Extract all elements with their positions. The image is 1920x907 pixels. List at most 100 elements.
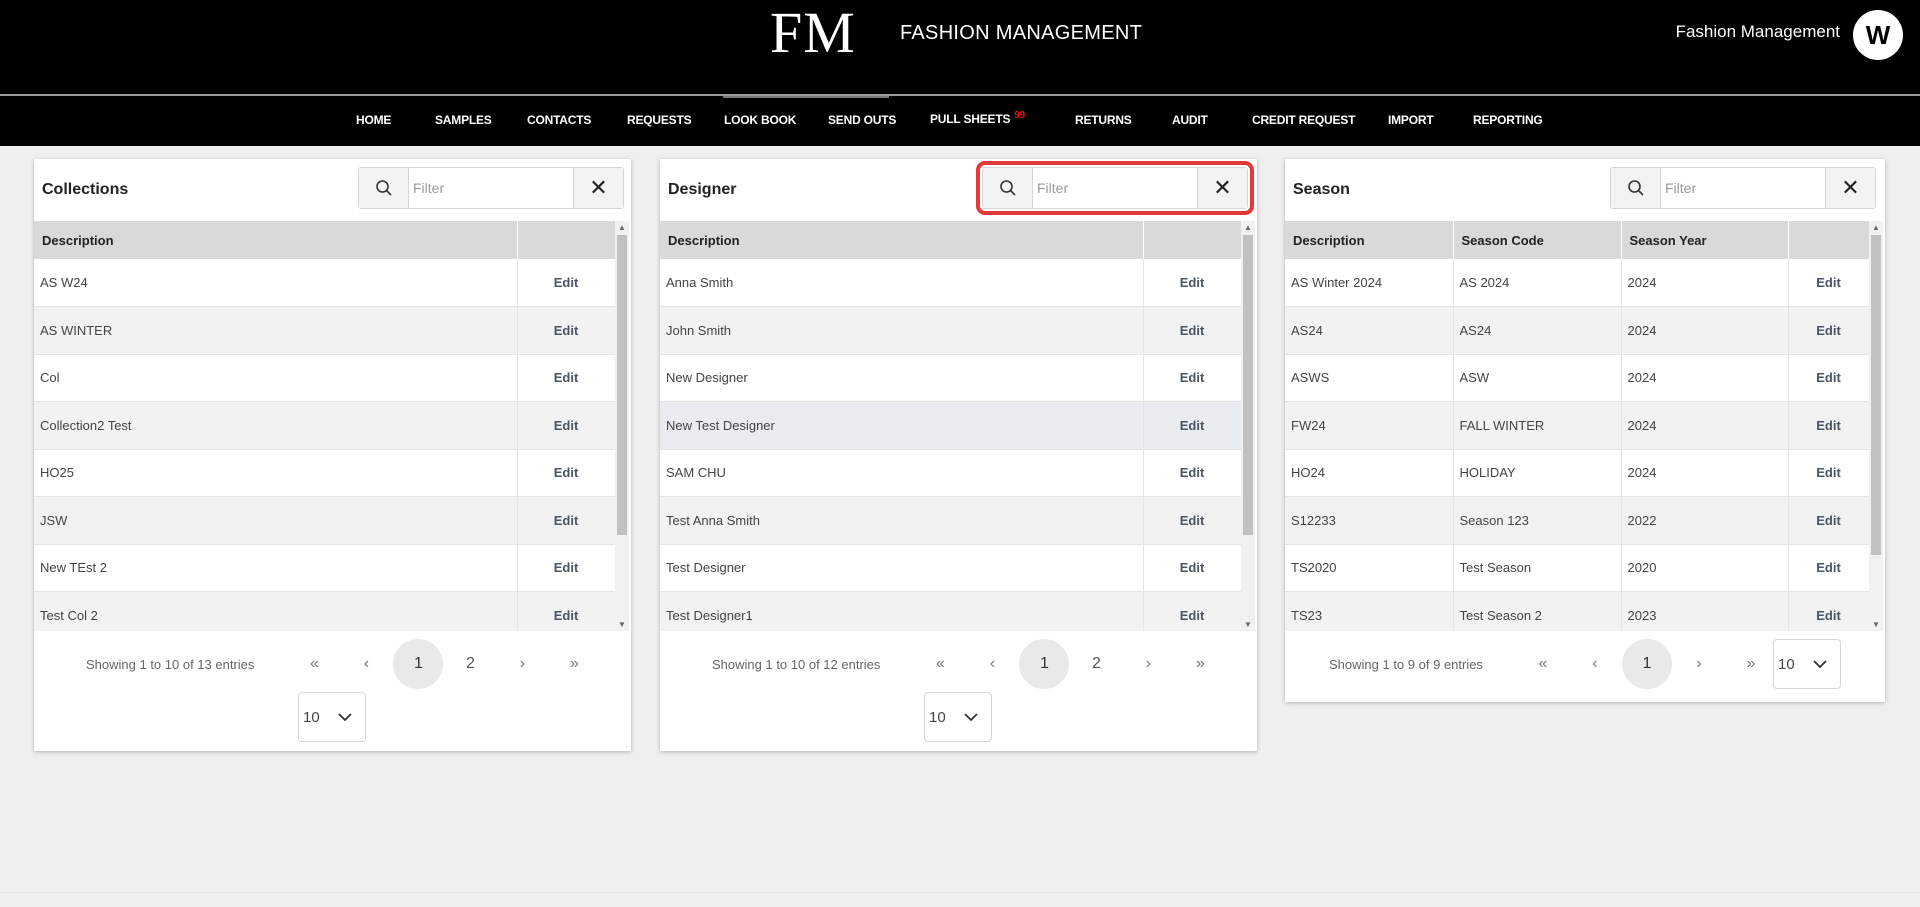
first-page-button[interactable]: « bbox=[915, 639, 965, 689]
edit-button[interactable]: Edit bbox=[517, 449, 615, 497]
scroll-thumb[interactable] bbox=[1243, 235, 1253, 535]
edit-button[interactable]: Edit bbox=[517, 259, 615, 307]
avatar[interactable]: W bbox=[1853, 10, 1903, 60]
edit-button[interactable]: Edit bbox=[517, 401, 615, 450]
table-row[interactable]: Anna Smith Edit bbox=[660, 259, 1241, 307]
page-2-button[interactable]: 2 bbox=[1071, 639, 1121, 689]
table-row[interactable]: HO25 Edit bbox=[34, 449, 615, 497]
nav-import[interactable]: IMPORT bbox=[1388, 113, 1434, 127]
column-header-season-year[interactable]: Season Year bbox=[1621, 221, 1789, 259]
search-icon[interactable] bbox=[1611, 168, 1661, 208]
scroll-down-icon[interactable]: ▼ bbox=[1872, 620, 1880, 629]
first-page-button[interactable]: « bbox=[289, 639, 339, 689]
prev-page-button[interactable]: ‹ bbox=[341, 639, 391, 689]
prev-page-button[interactable]: ‹ bbox=[1570, 639, 1620, 689]
nav-returns[interactable]: RETURNS bbox=[1075, 113, 1132, 127]
nav-contacts[interactable]: CONTACTS bbox=[527, 113, 591, 127]
filter-input[interactable] bbox=[1033, 168, 1197, 208]
nav-reporting[interactable]: REPORTING bbox=[1473, 113, 1543, 127]
edit-button[interactable]: Edit bbox=[517, 591, 615, 631]
table-row[interactable]: AS WINTER Edit bbox=[34, 306, 615, 355]
filter-input[interactable] bbox=[1661, 168, 1825, 208]
edit-button[interactable]: Edit bbox=[517, 544, 615, 592]
user-name[interactable]: Fashion Management bbox=[1676, 22, 1840, 42]
scroll-up-icon[interactable]: ▲ bbox=[1244, 223, 1252, 232]
page-size-select[interactable]: 10 bbox=[1773, 639, 1841, 689]
edit-button[interactable]: Edit bbox=[1788, 544, 1869, 592]
close-icon[interactable]: ✕ bbox=[1825, 168, 1875, 208]
edit-button[interactable]: Edit bbox=[1143, 259, 1241, 307]
column-header-description[interactable]: Description bbox=[34, 221, 518, 259]
next-page-button[interactable]: › bbox=[1123, 639, 1173, 689]
edit-button[interactable]: Edit bbox=[1143, 306, 1241, 355]
nav-home[interactable]: HOME bbox=[356, 113, 391, 127]
page-1-button[interactable]: 1 bbox=[1019, 639, 1070, 689]
page-size-select[interactable]: 10 bbox=[924, 692, 992, 742]
table-row[interactable]: JSW Edit bbox=[34, 496, 615, 545]
edit-button[interactable]: Edit bbox=[1143, 496, 1241, 545]
search-icon[interactable] bbox=[983, 168, 1033, 208]
nav-look-book[interactable]: LOOK BOOK bbox=[724, 113, 796, 127]
last-page-button[interactable]: » bbox=[1175, 639, 1225, 689]
edit-button[interactable]: Edit bbox=[517, 306, 615, 355]
table-row[interactable]: Test Col 2 Edit bbox=[34, 591, 615, 631]
table-row[interactable]: AS24 AS24 2024 Edit bbox=[1285, 306, 1869, 355]
edit-button[interactable]: Edit bbox=[1143, 354, 1241, 402]
close-icon[interactable]: ✕ bbox=[1197, 168, 1247, 208]
edit-button[interactable]: Edit bbox=[1143, 544, 1241, 592]
edit-button[interactable]: Edit bbox=[1143, 401, 1241, 450]
table-row[interactable]: SAM CHU Edit bbox=[660, 449, 1241, 497]
nav-credit-request[interactable]: CREDIT REQUEST bbox=[1252, 113, 1355, 127]
scroll-thumb[interactable] bbox=[1871, 235, 1881, 555]
column-header-description[interactable]: Description bbox=[1285, 221, 1454, 259]
edit-button[interactable]: Edit bbox=[517, 354, 615, 402]
column-header-description[interactable]: Description bbox=[660, 221, 1144, 259]
edit-button[interactable]: Edit bbox=[1788, 259, 1869, 307]
edit-button[interactable]: Edit bbox=[1788, 306, 1869, 355]
nav-requests[interactable]: REQUESTS bbox=[627, 113, 692, 127]
table-row[interactable]: HO24 HOLIDAY 2024 Edit bbox=[1285, 449, 1869, 497]
table-row[interactable]: John Smith Edit bbox=[660, 306, 1241, 355]
table-row[interactable]: Test Anna Smith Edit bbox=[660, 496, 1241, 545]
page-1-button[interactable]: 1 bbox=[393, 639, 444, 689]
filter-input[interactable] bbox=[409, 168, 573, 208]
search-icon[interactable] bbox=[359, 168, 409, 208]
edit-button[interactable]: Edit bbox=[1788, 401, 1869, 450]
table-row[interactable]: Collection2 Test Edit bbox=[34, 401, 615, 450]
nav-pull-sheets[interactable]: PULL SHEETS 99 bbox=[930, 110, 1025, 126]
table-scrollbar[interactable]: ▲ ▼ bbox=[1869, 221, 1883, 631]
table-row[interactable]: AS Winter 2024 AS 2024 2024 Edit bbox=[1285, 259, 1869, 307]
table-row[interactable]: New Test Designer Edit bbox=[660, 401, 1241, 450]
table-row[interactable]: FW24 FALL WINTER 2024 Edit bbox=[1285, 401, 1869, 450]
edit-button[interactable]: Edit bbox=[1143, 449, 1241, 497]
page-1-button[interactable]: 1 bbox=[1621, 639, 1672, 689]
nav-samples[interactable]: SAMPLES bbox=[435, 113, 492, 127]
table-row[interactable]: S12233 Season 123 2022 Edit bbox=[1285, 496, 1869, 545]
table-row[interactable]: TS23 Test Season 2 2023 Edit bbox=[1285, 591, 1869, 631]
edit-button[interactable]: Edit bbox=[1143, 591, 1241, 631]
prev-page-button[interactable]: ‹ bbox=[967, 639, 1017, 689]
nav-audit[interactable]: AUDIT bbox=[1172, 113, 1208, 127]
page-2-button[interactable]: 2 bbox=[445, 639, 495, 689]
page-size-select[interactable]: 10 bbox=[298, 692, 366, 742]
table-row[interactable]: New Designer Edit bbox=[660, 354, 1241, 402]
edit-button[interactable]: Edit bbox=[1788, 449, 1869, 497]
first-page-button[interactable]: « bbox=[1518, 639, 1568, 689]
scroll-up-icon[interactable]: ▲ bbox=[618, 223, 626, 232]
table-row[interactable]: Test Designer Edit bbox=[660, 544, 1241, 592]
table-row[interactable]: Test Designer1 Edit bbox=[660, 591, 1241, 631]
table-row[interactable]: ASWS ASW 2024 Edit bbox=[1285, 354, 1869, 402]
table-row[interactable]: AS W24 Edit bbox=[34, 259, 615, 307]
next-page-button[interactable]: › bbox=[1674, 639, 1724, 689]
scroll-up-icon[interactable]: ▲ bbox=[1872, 223, 1880, 232]
fm-logo[interactable]: FM bbox=[770, 2, 856, 64]
table-row[interactable]: TS2020 Test Season 2020 Edit bbox=[1285, 544, 1869, 592]
nav-send-outs[interactable]: SEND OUTS bbox=[828, 113, 896, 127]
table-row[interactable]: New TEst 2 Edit bbox=[34, 544, 615, 592]
edit-button[interactable]: Edit bbox=[517, 496, 615, 545]
scroll-down-icon[interactable]: ▼ bbox=[1244, 620, 1252, 629]
edit-button[interactable]: Edit bbox=[1788, 354, 1869, 402]
last-page-button[interactable]: » bbox=[1726, 639, 1776, 689]
edit-button[interactable]: Edit bbox=[1788, 591, 1869, 631]
table-scrollbar[interactable]: ▲ ▼ bbox=[1241, 221, 1255, 631]
